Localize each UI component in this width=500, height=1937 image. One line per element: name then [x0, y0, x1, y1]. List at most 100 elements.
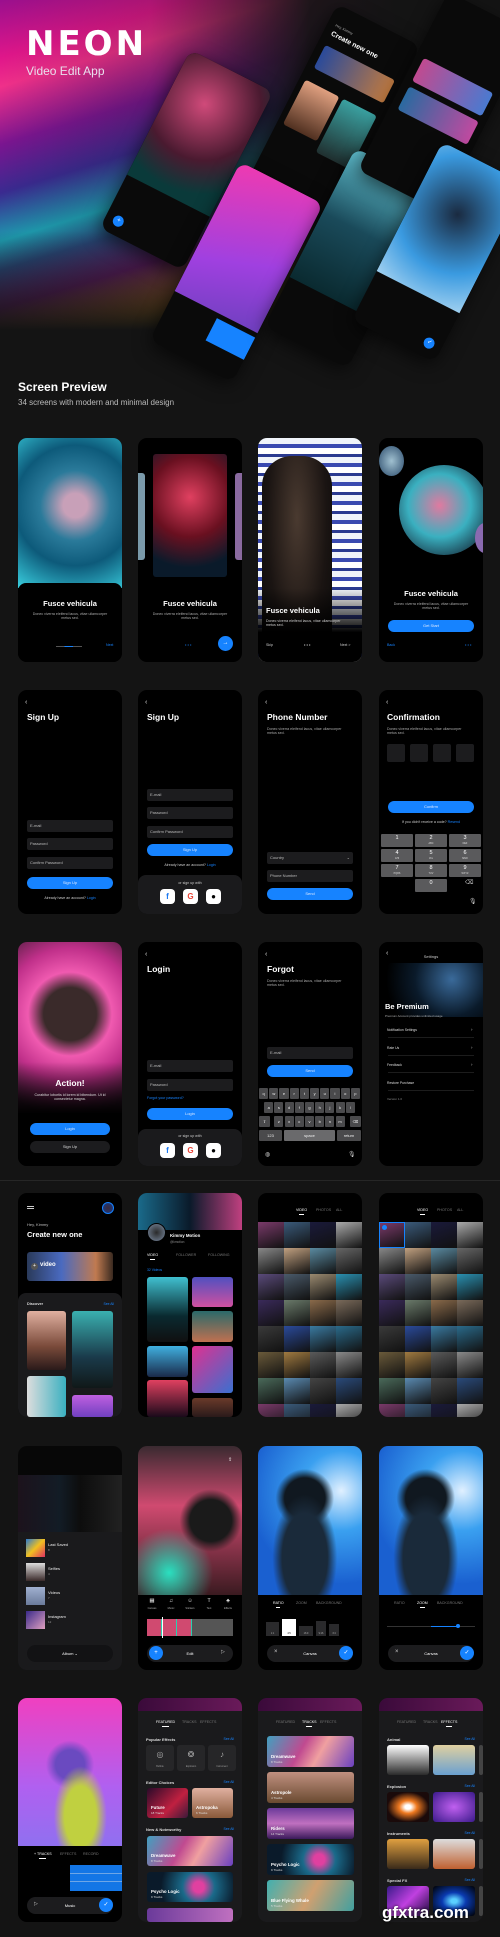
password-field[interactable]: Password: [147, 807, 233, 819]
gallery-thumbnail[interactable]: [431, 1404, 457, 1417]
share-icon[interactable]: ⇪: [228, 1457, 232, 1463]
album-thumbnail[interactable]: [26, 1563, 45, 1581]
gallery-thumbnail[interactable]: [405, 1326, 431, 1352]
signup-button[interactable]: Sign Up: [27, 877, 113, 889]
settings-item[interactable]: Feedback: [387, 1063, 402, 1067]
gallery-thumbnail[interactable]: [405, 1274, 431, 1300]
keypad-key[interactable]: 4 GHI: [381, 849, 413, 862]
code-digit-box[interactable]: [456, 744, 474, 762]
keyboard-key[interactable]: c: [294, 1116, 304, 1127]
gallery-thumbnail[interactable]: [336, 1300, 362, 1326]
code-digit-box[interactable]: [387, 744, 405, 762]
tab-featured[interactable]: FEATURED: [276, 1720, 295, 1724]
gallery-thumbnail[interactable]: [431, 1378, 457, 1404]
gallery-thumbnail[interactable]: [284, 1248, 310, 1274]
facebook-icon[interactable]: f: [160, 1143, 175, 1158]
ratio-option-1[interactable]: 4:5: [282, 1619, 296, 1636]
gallery-thumbnail[interactable]: [379, 1352, 405, 1378]
gallery-thumbnail[interactable]: [431, 1326, 457, 1352]
zoom-slider[interactable]: [387, 1624, 475, 1628]
discover-item[interactable]: [27, 1376, 66, 1417]
gallery-thumbnail[interactable]: [258, 1378, 284, 1404]
tab-tracks[interactable]: TRACKS: [182, 1720, 197, 1724]
see-all-link[interactable]: See All: [223, 1780, 234, 1784]
gallery-thumbnail[interactable]: [457, 1300, 483, 1326]
login-link[interactable]: Login: [87, 896, 96, 900]
avatar[interactable]: [102, 1202, 114, 1214]
gallery-thumbnail[interactable]: [379, 1378, 405, 1404]
resend-link[interactable]: Resend: [448, 820, 460, 824]
keyboard-key[interactable]: e: [279, 1088, 289, 1099]
gallery-thumbnail[interactable]: [431, 1274, 457, 1300]
keypad-key[interactable]: 1: [381, 834, 413, 847]
next-button[interactable]: Next: [106, 643, 113, 647]
gallery-thumbnail[interactable]: [310, 1274, 336, 1300]
keyboard-key[interactable]: w: [269, 1088, 279, 1099]
effect-thumbnail[interactable]: [479, 1745, 483, 1775]
gallery-thumbnail[interactable]: [336, 1404, 362, 1417]
keyboard-key[interactable]: d: [284, 1102, 294, 1113]
gallery-thumbnail[interactable]: [379, 1274, 405, 1300]
profile-video[interactable]: [147, 1346, 188, 1377]
keyboard-key[interactable]: f: [294, 1102, 304, 1113]
effect-thumbnail[interactable]: [387, 1839, 429, 1869]
tab-video[interactable]: VIDEO: [417, 1208, 428, 1215]
gallery-thumbnail[interactable]: [457, 1248, 483, 1274]
keypad-key[interactable]: 3 DEF: [449, 834, 481, 847]
ratio-option-3[interactable]: 9:16: [316, 1621, 326, 1636]
see-all-link[interactable]: See All: [464, 1878, 475, 1882]
next-arrow-button[interactable]: →: [218, 636, 233, 651]
keyboard-key[interactable]: i: [330, 1088, 340, 1099]
gallery-thumbnail[interactable]: [310, 1378, 336, 1404]
return-key[interactable]: return: [337, 1130, 361, 1141]
slider-handle[interactable]: [456, 1624, 460, 1628]
microphone-icon[interactable]: 🎙: [348, 1151, 356, 1158]
album-name[interactable]: Last Saved: [48, 1542, 68, 1547]
ratio-option-4[interactable]: 3:4: [329, 1624, 339, 1636]
settings-item[interactable]: Restore Purchase: [387, 1081, 414, 1085]
audio-tracks[interactable]: [70, 1865, 122, 1891]
login-link[interactable]: Login: [207, 863, 216, 867]
gallery-thumbnail[interactable]: [431, 1222, 457, 1248]
discover-item[interactable]: [27, 1311, 66, 1370]
keyboard-key[interactable]: k: [335, 1102, 345, 1113]
see-all-link[interactable]: See All: [103, 1302, 114, 1306]
confirm-button[interactable]: Confirm: [388, 801, 474, 813]
gallery-thumbnail[interactable]: [336, 1378, 362, 1404]
album-thumbnail[interactable]: [26, 1611, 45, 1629]
keyboard-key[interactable]: b: [315, 1116, 325, 1127]
gallery-thumbnail[interactable]: [310, 1222, 336, 1248]
keyboard-key[interactable]: u: [320, 1088, 330, 1099]
music-icon[interactable]: ♫: [163, 1598, 179, 1604]
gallery-thumbnail[interactable]: [431, 1248, 457, 1274]
profile-video[interactable]: [192, 1311, 233, 1342]
tab-record[interactable]: RECORD: [83, 1852, 99, 1856]
gallery-thumbnail[interactable]: [284, 1326, 310, 1352]
tab-tracks[interactable]: + TRACKS: [34, 1852, 52, 1859]
gallery-thumbnail[interactable]: [457, 1352, 483, 1378]
tab-photos[interactable]: PHOTOS: [437, 1208, 452, 1212]
back-icon[interactable]: ‹: [265, 951, 267, 958]
keyboard-key[interactable]: v: [304, 1116, 315, 1127]
keypad-key[interactable]: 9 WXYZ: [449, 864, 481, 877]
discover-item[interactable]: [72, 1311, 113, 1388]
gallery-thumbnail[interactable]: [405, 1352, 431, 1378]
popular-effect[interactable]: ♪ Instrument: [208, 1745, 236, 1771]
gallery-thumbnail[interactable]: [258, 1300, 284, 1326]
timeline[interactable]: [147, 1617, 233, 1638]
gallery-thumbnail[interactable]: [336, 1222, 362, 1248]
ratio-option-0[interactable]: 1:1: [266, 1622, 279, 1636]
album-button[interactable]: Album ⌄: [27, 1645, 113, 1662]
back-icon[interactable]: ‹: [145, 951, 147, 958]
see-all-link[interactable]: See All: [223, 1827, 234, 1831]
keypad-key[interactable]: 8 TUV: [415, 864, 447, 877]
discover-item[interactable]: [72, 1395, 113, 1417]
playhead[interactable]: [162, 1617, 163, 1638]
tab-background[interactable]: BACKGROUND: [437, 1601, 463, 1605]
gallery-thumbnail[interactable]: [457, 1222, 483, 1248]
gallery-thumbnail[interactable]: [310, 1300, 336, 1326]
keyboard-key[interactable]: j: [325, 1102, 335, 1113]
gallery-thumbnail[interactable]: [284, 1300, 310, 1326]
tab-effects[interactable]: EFFECTS: [441, 1720, 457, 1727]
apple-icon[interactable]: ●: [206, 1143, 221, 1158]
